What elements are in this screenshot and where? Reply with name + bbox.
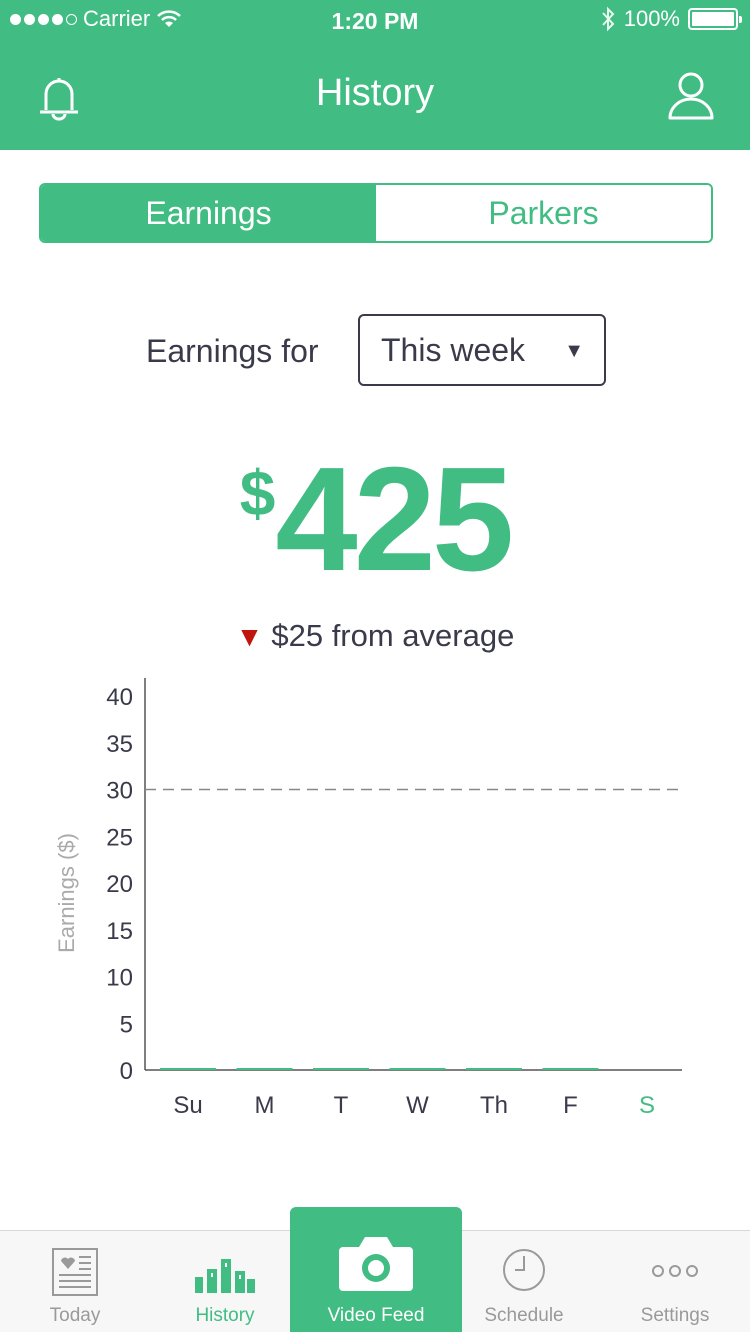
tabbar-item-history[interactable]: History bbox=[150, 1231, 300, 1332]
tabbar-label-history: History bbox=[195, 1305, 255, 1326]
clock-icon bbox=[503, 1249, 545, 1291]
user-icon[interactable] bbox=[666, 70, 716, 122]
earnings-chart: 0 5 10 15 20 25 30 35 40 Earnings ($) Su M T W Th F S bbox=[0, 670, 750, 1130]
earnings-chart-svg: 0 5 10 15 20 25 30 35 40 Earnings ($) Su M T W Th F S bbox=[54, 678, 682, 1119]
navigation-bar: Carrier 1:20 PM 100% History bbox=[0, 0, 750, 150]
earnings-amount: 425 bbox=[275, 437, 514, 602]
period-select[interactable]: This week ▼ bbox=[358, 314, 606, 386]
tabbar-item-schedule[interactable]: Schedule bbox=[448, 1231, 600, 1332]
bar-m bbox=[236, 1068, 293, 1070]
bar-th bbox=[466, 1068, 522, 1070]
x-tick-label: M bbox=[255, 1092, 275, 1119]
y-tick-label: 30 bbox=[106, 778, 133, 805]
y-axis-title: Earnings ($) bbox=[54, 833, 79, 953]
earnings-for-label: Earnings for bbox=[146, 333, 319, 369]
delta-text: $25 from average bbox=[271, 618, 515, 653]
x-tick-label: T bbox=[334, 1092, 349, 1119]
status-right: 100% bbox=[600, 6, 742, 32]
tabbar-label-today: Today bbox=[49, 1305, 101, 1326]
down-triangle-icon: ▼ bbox=[235, 621, 264, 652]
bar-w bbox=[389, 1068, 446, 1070]
status-bar: Carrier 1:20 PM 100% bbox=[0, 0, 750, 40]
x-tick-label: Th bbox=[480, 1092, 508, 1119]
bar-su bbox=[160, 1068, 216, 1070]
x-tick-label: S bbox=[639, 1092, 655, 1119]
x-tick-label: Su bbox=[173, 1092, 202, 1119]
currency-symbol: $ bbox=[239, 457, 276, 529]
tabbar-item-today[interactable]: Today bbox=[0, 1231, 150, 1332]
tabbar-item-settings[interactable]: Settings bbox=[600, 1231, 750, 1332]
bar-t bbox=[313, 1068, 369, 1070]
more-dots-icon bbox=[652, 1265, 698, 1277]
x-tick-label: F bbox=[563, 1092, 578, 1119]
earnings-total: $425 bbox=[0, 440, 750, 600]
period-select-value: This week bbox=[381, 331, 526, 368]
y-tick-label: 0 bbox=[120, 1058, 133, 1085]
y-tick-label: 40 bbox=[106, 684, 133, 711]
battery-icon bbox=[688, 8, 742, 30]
y-tick-label: 5 bbox=[120, 1011, 133, 1038]
tabbar-label-video-feed: Video Feed bbox=[327, 1305, 425, 1326]
earnings-parkers-segment: Earnings Parkers bbox=[39, 183, 713, 243]
y-tick-label: 25 bbox=[106, 824, 133, 851]
page-title: History bbox=[315, 72, 435, 114]
bluetooth-icon bbox=[601, 6, 615, 32]
tabbar-label-schedule: Schedule bbox=[484, 1305, 564, 1326]
camera-icon bbox=[339, 1237, 413, 1291]
tab-earnings[interactable]: Earnings bbox=[41, 185, 376, 241]
y-tick-label: 20 bbox=[106, 871, 133, 898]
tabbar-label-settings: Settings bbox=[640, 1305, 710, 1326]
newspaper-icon bbox=[52, 1248, 98, 1296]
tabbar-item-video-feed[interactable]: Video Feed bbox=[290, 1207, 462, 1332]
battery-percent: 100% bbox=[623, 6, 680, 31]
bar-f bbox=[542, 1068, 599, 1070]
y-tick-label: 35 bbox=[106, 731, 133, 758]
x-tick-label: W bbox=[406, 1092, 429, 1119]
tab-bar: Today History Video Feed Schedule Settin… bbox=[0, 1207, 750, 1332]
bar-chart-icon bbox=[195, 1259, 255, 1293]
tab-parkers[interactable]: Parkers bbox=[376, 185, 711, 241]
y-tick-label: 10 bbox=[106, 965, 133, 992]
caret-down-icon: ▼ bbox=[564, 340, 584, 362]
y-tick-label: 15 bbox=[106, 918, 133, 945]
average-delta: ▼ $25 from average bbox=[0, 618, 750, 654]
